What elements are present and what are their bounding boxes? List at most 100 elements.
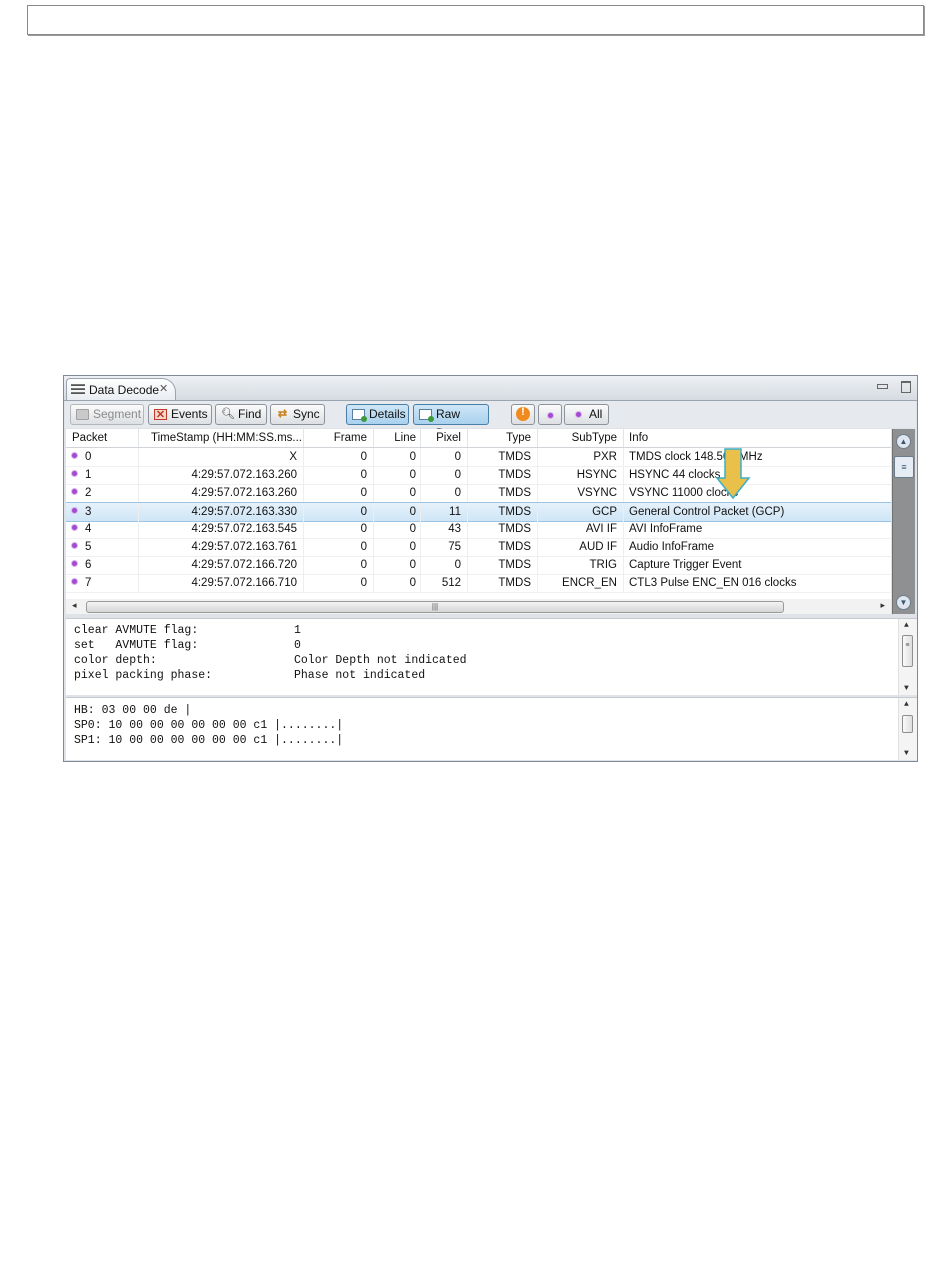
details-scrollbar[interactable]: ▲ ≡ ▼ (898, 619, 917, 695)
cell-subtype: HSYNC (538, 466, 624, 484)
cell-timestamp: 4:29:57.072.166.710 (139, 574, 304, 592)
cell-info: General Control Packet (GCP) (629, 506, 785, 518)
scroll-down-icon[interactable]: ▼ (904, 684, 909, 693)
detail-label: color depth: (74, 654, 157, 667)
column-packet[interactable]: Packet (66, 429, 139, 447)
cell-packet: 3 (66, 503, 139, 521)
column-line[interactable]: Line (374, 429, 421, 447)
packet-number: 6 (85, 559, 92, 571)
packet-number: 2 (85, 487, 92, 499)
column-pixel[interactable]: Pixel (421, 429, 468, 447)
data-decode-panel: Data Decode ✕ Segment ✕ Events 🔍︎ Find ⇄… (63, 375, 918, 762)
scroll-right-icon[interactable]: ▸ (880, 600, 885, 611)
cell-pixel: 11 (421, 503, 468, 521)
cell-subtype: AUD IF (538, 538, 624, 556)
packet-filter-button[interactable] (538, 404, 562, 425)
cell-info: AVI InfoFrame (629, 523, 703, 535)
table-row[interactable]: 6 4:29:57.072.166.720 0 0 0 TMDS TRIG Capture T… (66, 556, 891, 575)
details-pane: clear AVMUTE flag: 1 set AVMUTE flag: 0 colo… (66, 618, 917, 695)
cell-info: TMDS clock 148.503 MHz (629, 451, 763, 463)
packet-dot-icon (72, 525, 77, 531)
detail-label: clear AVMUTE flag: (74, 624, 199, 637)
tab-data-decode[interactable]: Data Decode ✕ (66, 378, 176, 400)
cell-packet: 5 (66, 538, 139, 556)
cell-timestamp: 4:29:57.072.163.761 (139, 538, 304, 556)
packet-table: Packet TimeStamp (HH:MM:SS.ms.... Frame … (66, 429, 891, 607)
packet-number: 3 (85, 506, 92, 518)
scroll-thumb[interactable]: ≡ (894, 456, 914, 478)
table-row[interactable]: 2 4:29:57.072.163.260 0 0 0 TMDS VSYNC VSYNC 11… (66, 484, 891, 503)
table-row[interactable]: 7 4:29:57.072.166.710 0 0 512 TMDS ENCR_EN CTL3… (66, 574, 891, 593)
scroll-down-icon[interactable]: ▼ (896, 595, 911, 610)
events-button[interactable]: ✕ Events (148, 404, 212, 425)
segment-button[interactable]: Segment (70, 404, 144, 425)
table-row[interactable]: 5 4:29:57.072.163.761 0 0 75 TMDS AUD IF Audio … (66, 538, 891, 557)
scroll-up-icon[interactable]: ▲ (896, 434, 911, 449)
highlight-arrow-icon (715, 448, 751, 500)
cell-packet: 1 (66, 466, 139, 484)
details-label: Details (369, 407, 406, 421)
table-vertical-scrollbar[interactable]: ▲ ≡ ▼ (892, 429, 915, 614)
find-button[interactable]: 🔍︎ Find (215, 404, 267, 425)
cell-info: Capture Trigger Event (629, 559, 742, 571)
raw-scroll-thumb[interactable] (902, 715, 913, 733)
table-row[interactable]: 3 4:29:57.072.163.330 0 0 11 TMDS GCP General C… (66, 502, 891, 522)
cell-line: 0 (374, 556, 421, 574)
cell-type: TMDS (468, 484, 538, 502)
cell-subtype: GCP (538, 503, 624, 521)
cell-frame: 0 (304, 538, 374, 556)
details-button[interactable]: Details (346, 404, 409, 425)
cell-frame: 0 (304, 556, 374, 574)
cell-line: 0 (374, 448, 421, 466)
close-icon[interactable]: ✕ (159, 378, 168, 400)
packet-number: 4 (85, 523, 92, 535)
cell-info: CTL3 Pulse ENC_EN 016 clocks (629, 577, 797, 589)
cell-frame: 0 (304, 466, 374, 484)
cell-timestamp: 4:29:57.072.163.545 (139, 520, 304, 538)
all-filter-button[interactable]: All (564, 404, 609, 425)
table-horizontal-scrollbar[interactable]: ◂ ||| ▸ (66, 599, 891, 614)
raw-line: SP0: 10 00 00 00 00 00 00 c1 |........| (74, 719, 344, 732)
cell-line: 0 (374, 574, 421, 592)
raw-scrollbar[interactable]: ▲ ▼ (898, 698, 917, 760)
cell-subtype: PXR (538, 448, 624, 466)
table-row[interactable]: 4 4:29:57.072.163.545 0 0 43 TMDS AVI IF AVI In… (66, 520, 891, 539)
scroll-up-icon[interactable]: ▲ (904, 621, 909, 630)
horizontal-scroll-thumb[interactable]: ||| (86, 601, 784, 613)
cell-pixel: 512 (421, 574, 468, 592)
table-row[interactable]: 1 4:29:57.072.163.260 0 0 0 TMDS HSYNC HSYNC 44… (66, 466, 891, 485)
cell-frame: 0 (304, 484, 374, 502)
sync-button[interactable]: ⇄ Sync (270, 404, 325, 425)
packet-dot-icon (72, 453, 77, 459)
packet-dot-icon (72, 489, 77, 495)
sync-label: Sync (293, 407, 320, 421)
details-scroll-thumb[interactable]: ≡ (902, 635, 913, 667)
packet-dot-icon (72, 561, 77, 567)
scroll-down-icon[interactable]: ▼ (904, 749, 909, 758)
detail-value: Phase not indicated (294, 669, 426, 682)
cell-timestamp: X (139, 448, 304, 466)
warning-filter-button[interactable]: ! (511, 404, 535, 425)
cell-subtype: TRIG (538, 556, 624, 574)
scroll-left-icon[interactable]: ◂ (72, 600, 77, 611)
cell-timestamp: 4:29:57.072.163.330 (139, 503, 304, 521)
column-info[interactable]: Info (624, 429, 891, 447)
column-frame[interactable]: Frame (304, 429, 374, 447)
events-label: Events (171, 407, 208, 421)
maximize-icon[interactable] (901, 380, 911, 393)
raw-line: HB: 03 00 00 de | (74, 704, 192, 717)
cell-frame: 0 (304, 574, 374, 592)
segment-label: Segment (93, 407, 142, 421)
minimize-icon[interactable] (876, 384, 888, 390)
column-subtype[interactable]: SubType (538, 429, 624, 447)
raw-data-button[interactable]: Raw Data (413, 404, 489, 440)
column-type[interactable]: Type (468, 429, 538, 447)
all-label: All (589, 407, 603, 421)
cell-frame: 0 (304, 503, 374, 521)
cell-type: TMDS (468, 466, 538, 484)
scroll-up-icon[interactable]: ▲ (904, 700, 909, 709)
packet-dot-icon (547, 413, 553, 418)
table-row[interactable]: 0 X 0 0 0 TMDS PXR TMDS clock 148.503 MHz (66, 448, 891, 467)
column-timestamp[interactable]: TimeStamp (HH:MM:SS.ms.... (139, 429, 304, 447)
header-box (27, 5, 924, 35)
